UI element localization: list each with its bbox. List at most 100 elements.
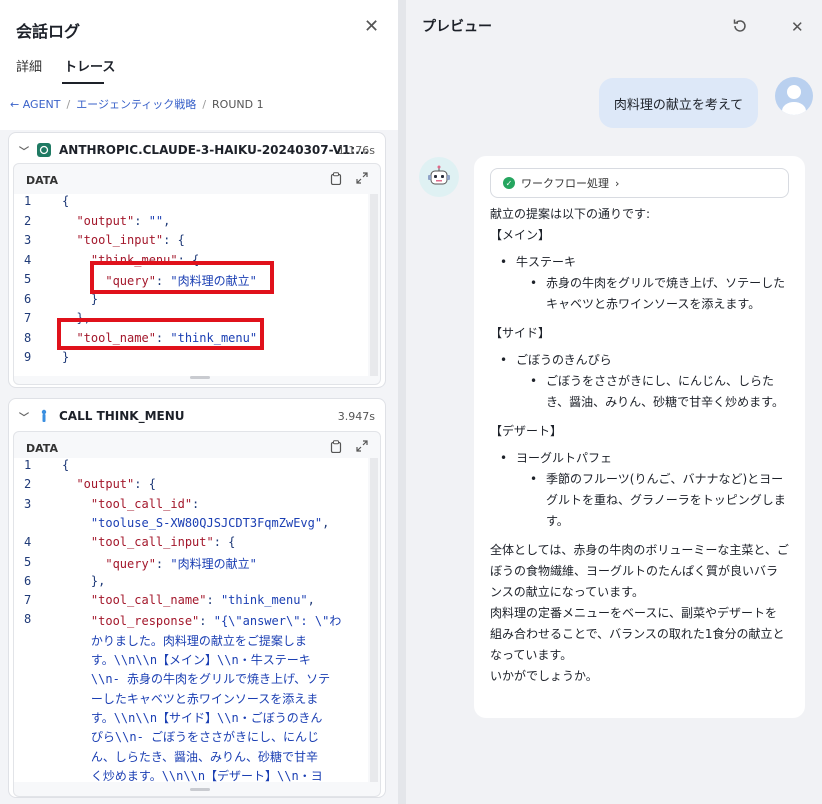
- code-text: {: [62, 458, 70, 472]
- check-icon: ✓: [503, 177, 515, 189]
- line-number: 4: [24, 252, 32, 267]
- user-avatar: [775, 77, 813, 115]
- section-heading: 【サイド】: [490, 326, 551, 340]
- tab-trace[interactable]: トレース: [64, 56, 115, 75]
- code-line: 3 "tool_input": {: [14, 233, 368, 253]
- list-subitem: ごぼうをささがきにし、にんじん、しらたき、醤油、みりん、砂糖で甘辛く炒めます。: [490, 371, 789, 413]
- list-subitem: 赤身の牛肉をグリルで焼き上げ、ソテーしたキャベツと赤ワインソースを添えます。: [490, 273, 789, 315]
- line-number: 5: [24, 554, 32, 569]
- data-label: DATA: [26, 174, 58, 187]
- line-number: 8: [24, 330, 32, 345]
- breadcrumb-strategy[interactable]: エージェンティック戦略: [76, 96, 196, 112]
- code-line: 6 }: [14, 292, 368, 312]
- chevron-down-icon[interactable]: ﹀: [19, 143, 29, 158]
- copy-icon[interactable]: [330, 440, 342, 456]
- list-item: 牛ステーキ: [490, 252, 789, 273]
- workflow-chip[interactable]: ✓ ワークフロー処理 ›: [490, 168, 789, 198]
- answer-closing: いかがでしょうか。: [490, 669, 598, 683]
- breadcrumb-agent[interactable]: ← AGENT: [10, 98, 60, 111]
- resize-handle[interactable]: [190, 788, 210, 791]
- active-tab-indicator: [62, 82, 104, 84]
- resize-handle[interactable]: [190, 376, 210, 379]
- highlight-box-query: [90, 261, 274, 294]
- trace-duration: 1.176s: [337, 143, 375, 157]
- data-block: DATA 1{2 "output": {3 "tool_call_id": "t…: [13, 431, 381, 797]
- trace-card-tool: ﹀ CALL THINK_MENU 3.947s DATA 1{2 "outpu…: [8, 398, 386, 798]
- code-line: 6 },: [14, 574, 368, 594]
- line-number: 6: [24, 573, 32, 588]
- scrollbar[interactable]: [370, 194, 378, 376]
- close-icon[interactable]: ✕: [364, 16, 379, 37]
- line-number: 2: [24, 213, 32, 228]
- close-icon[interactable]: ✕: [791, 18, 804, 36]
- trace-duration: 3.947s: [337, 409, 375, 423]
- answer-note: 肉料理の定番メニューをベースに、副菜やデザートを組み合わせることで、バランスの取…: [490, 606, 785, 662]
- line-number: 7: [24, 593, 32, 608]
- model-icon: [37, 143, 51, 157]
- line-number: 1: [24, 458, 32, 472]
- trace-card-header[interactable]: ﹀ ANTHROPIC.CLAUDE-3-HAIKU-20240307-V1:.…: [19, 141, 375, 159]
- data-label: DATA: [26, 442, 58, 455]
- line-number: 9: [24, 350, 32, 364]
- log-header: 会話ログ ✕ 詳細 トレース ← AGENT / エージェンティック戦略 / R…: [0, 0, 398, 130]
- list-item: ヨーグルトパフェ: [490, 448, 789, 469]
- log-title: 会話ログ: [16, 22, 81, 41]
- breadcrumb-round: ROUND 1: [212, 97, 264, 111]
- code-text: "query": "肉料理の献立": [62, 556, 257, 571]
- code-line: 1{: [14, 458, 368, 478]
- code-text: "output": {: [62, 477, 156, 492]
- expand-icon[interactable]: [356, 440, 368, 456]
- chevron-down-icon[interactable]: ﹀: [19, 409, 29, 424]
- line-number: 3: [24, 233, 32, 247]
- code-text: ん、しらたき、醤油、みりん、砂糖で甘辛: [62, 749, 319, 764]
- code-line: \\n- 赤身の牛肉をグリルで焼き上げ、ソテ: [14, 670, 368, 690]
- assistant-message: ✓ ワークフロー処理 › 献立の提案は以下の通りです: 【メイン】 牛ステーキ …: [474, 156, 805, 718]
- line-number: 2: [24, 477, 32, 492]
- code-line: 2 "output": "",: [14, 214, 368, 234]
- code-text: },: [62, 573, 106, 588]
- list-subitem: 季節のフルーツ(りんご、バナナなど)とヨーグルトを重ね、グラノーラをトッピングし…: [490, 469, 789, 532]
- code-line: 3 "tool_call_id":: [14, 497, 368, 517]
- refresh-icon[interactable]: [732, 18, 748, 38]
- user-message: 肉料理の献立を考えて: [599, 78, 758, 128]
- line-number: 6: [24, 291, 32, 306]
- copy-icon[interactable]: [330, 172, 342, 188]
- trace-card-header[interactable]: ﹀ CALL THINK_MENU 3.947s: [19, 407, 375, 425]
- scrollbar[interactable]: [370, 458, 378, 782]
- code-text: ーしたキャベツと赤ワインソースを添えま: [62, 691, 319, 706]
- panel-divider[interactable]: [398, 0, 406, 804]
- code-line: 7 "tool_call_name": "think_menu",: [14, 593, 368, 613]
- tab-details[interactable]: 詳細: [16, 56, 42, 75]
- section-heading: 【デザート】: [490, 424, 563, 438]
- code-line: 1{: [14, 194, 368, 214]
- code-line: ぴら\\n- ごぼうをささがきにし、にんじ: [14, 728, 368, 748]
- code-line: す。\\n\\n【メイン】\\n・牛ステーキ: [14, 651, 368, 671]
- code-line: 2 "output": {: [14, 477, 368, 497]
- code-text: ぴら\\n- ごぼうをささがきにし、にんじ: [62, 730, 320, 745]
- highlight-box-tool-name: [57, 318, 264, 350]
- bot-avatar: [419, 157, 459, 197]
- answer-intro: 献立の提案は以下の通りです:: [490, 207, 651, 221]
- code-line: かりました。肉料理の献立をご提案しま: [14, 632, 368, 652]
- line-number: 8: [24, 612, 32, 627]
- code-text: "tool_response": "{\"answer\": \"わ: [62, 614, 342, 629]
- code-text: "output": "",: [62, 213, 171, 228]
- code-text: かりました。肉料理の献立をご提案しま: [62, 633, 307, 648]
- code-text: }: [62, 350, 70, 364]
- code-line: 4 "tool_call_input": {: [14, 535, 368, 555]
- code-line: ん、しらたき、醤油、みりん、砂糖で甘辛: [14, 748, 368, 768]
- preview-panel: プレビュー ✕ 肉料理の献立を考えて ✓ ワークフロー処理 › 献立の提案は以下…: [406, 0, 822, 804]
- workflow-chip-label: ワークフロー処理: [521, 176, 609, 190]
- code-text: \\n- 赤身の牛肉をグリルで焼き上げ、ソテ: [62, 672, 331, 687]
- code-text: "tool_input": {: [62, 233, 185, 247]
- trace-card-title: CALL THINK_MENU: [59, 409, 185, 423]
- chevron-right-icon: ›: [615, 176, 620, 190]
- code-line: す。\\n\\n【サイド】\\n・ごぼうのきん: [14, 709, 368, 729]
- expand-icon[interactable]: [356, 172, 368, 188]
- code-text: す。\\n\\n【サイド】\\n・ごぼうのきん: [62, 710, 323, 725]
- line-number: 3: [24, 496, 32, 511]
- code-line: 5 "query": "肉料理の献立": [14, 555, 368, 575]
- code-line: "tooluse_S-XW80QJSJCDT3FqmZwEvg",: [14, 516, 368, 536]
- code-text: "tool_call_input": {: [62, 535, 236, 550]
- json-viewer[interactable]: 1{2 "output": {3 "tool_call_id": "toolus…: [14, 458, 368, 782]
